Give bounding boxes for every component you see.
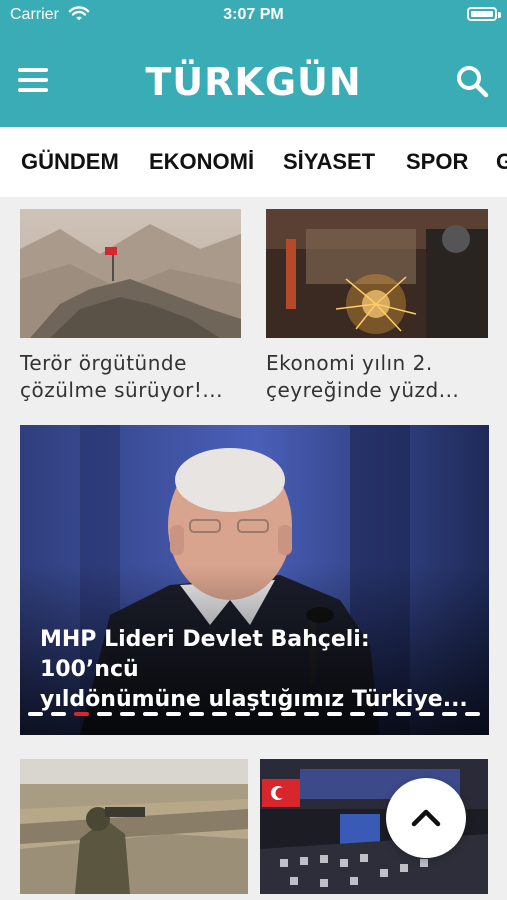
soldier-photo	[20, 759, 248, 894]
news-card-image[interactable]	[20, 209, 241, 338]
slider-dot[interactable]	[396, 712, 411, 716]
slider-dot[interactable]	[74, 712, 89, 716]
app-logo: TÜRKGÜN	[145, 60, 362, 104]
slider-dot[interactable]	[189, 712, 204, 716]
news-card-image[interactable]	[266, 209, 488, 338]
tab-gundem[interactable]: GÜNDEM	[21, 149, 119, 175]
slider-dot[interactable]	[166, 712, 181, 716]
slider-dot[interactable]	[97, 712, 112, 716]
slider-dot[interactable]	[258, 712, 273, 716]
slider-dot[interactable]	[442, 712, 457, 716]
hero-slider[interactable]: MHP Lideri Devlet Bahçeli: 100’ncü yıldö…	[20, 425, 489, 735]
mountain-photo	[20, 209, 241, 338]
status-time: 3:07 PM	[223, 6, 284, 23]
app-header: TÜRKGÜN	[0, 30, 507, 127]
news-card-image[interactable]	[20, 759, 248, 894]
slider-dot[interactable]	[143, 712, 158, 716]
news-card-title[interactable]: Ekonomi yılın 2. çeyreğinde yüzd...	[266, 350, 491, 404]
scroll-to-top-button[interactable]	[386, 778, 466, 858]
status-bar: Carrier 3:07 PM	[0, 0, 507, 30]
factory-photo	[266, 209, 488, 338]
slider-dot[interactable]	[327, 712, 342, 716]
slider-dot[interactable]	[419, 712, 434, 716]
battery-icon	[467, 7, 497, 21]
slider-dot[interactable]	[212, 712, 227, 716]
tab-next[interactable]: G	[496, 149, 507, 175]
slider-dot[interactable]	[120, 712, 135, 716]
slider-dot[interactable]	[28, 712, 43, 716]
slider-dot[interactable]	[465, 712, 480, 716]
category-tabs: GÜNDEM EKONOMİ SİYASET SPOR G	[0, 127, 507, 197]
slider-dot[interactable]	[350, 712, 365, 716]
slider-dot[interactable]	[281, 712, 296, 716]
slider-dot[interactable]	[304, 712, 319, 716]
tab-spor[interactable]: SPOR	[406, 149, 468, 175]
news-card-title[interactable]: Terör örgütünde çözülme sürüyor!...	[20, 350, 245, 404]
slider-dot[interactable]	[51, 712, 66, 716]
hero-headline[interactable]: MHP Lideri Devlet Bahçeli: 100’ncü yıldö…	[40, 625, 470, 715]
tab-ekonomi[interactable]: EKONOMİ	[149, 149, 254, 175]
chevron-up-icon	[411, 809, 441, 827]
slider-dot[interactable]	[235, 712, 250, 716]
battery-tip	[498, 12, 501, 18]
tab-siyaset[interactable]: SİYASET	[283, 149, 375, 175]
search-icon[interactable]	[455, 64, 489, 98]
slider-dot[interactable]	[373, 712, 388, 716]
